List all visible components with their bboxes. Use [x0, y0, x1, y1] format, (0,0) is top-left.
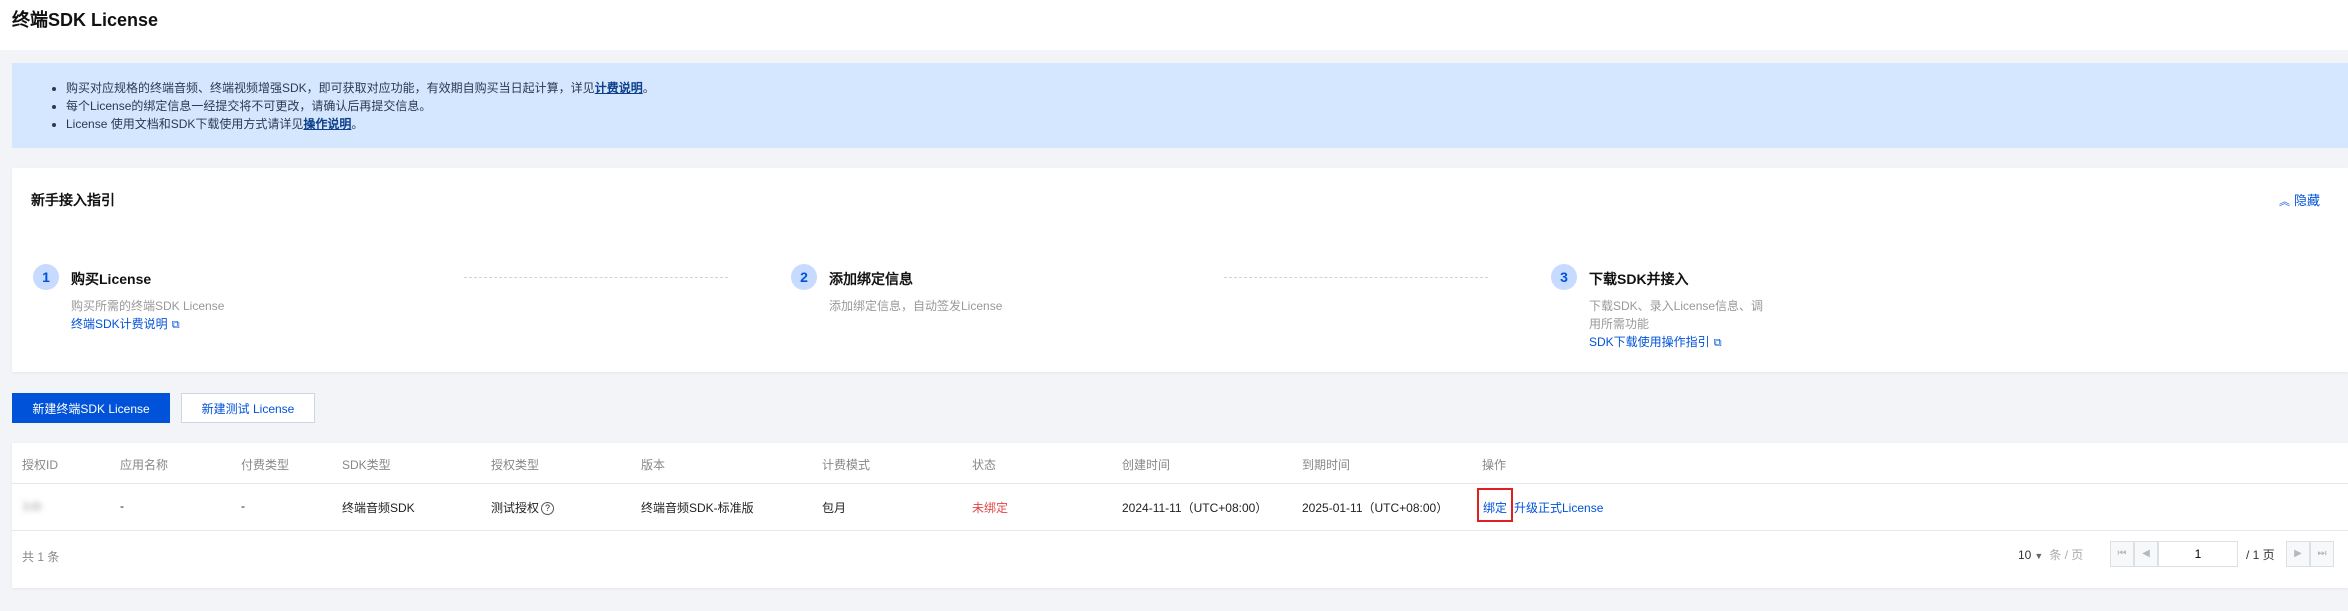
column-header: 到期时间: [1302, 458, 1351, 472]
step-description: 购买所需的终端SDK License: [71, 299, 225, 313]
first-page-icon[interactable]: ⏮: [2110, 541, 2134, 567]
hide-guide-button[interactable]: ︽ 隐藏: [2279, 190, 2320, 209]
top-bar: 终端SDK License: [0, 0, 2348, 50]
chevron-up-icon: ︽: [2278, 196, 2290, 208]
prev-page-icon[interactable]: ◀: [2134, 541, 2158, 567]
created-time: 2024-11-11（UTC+08:00）: [1122, 501, 1268, 515]
caret-down-icon: ▼: [2034, 551, 2044, 561]
column-header: 创建时间: [1122, 458, 1171, 472]
page-title: 终端SDK License: [12, 10, 159, 30]
column-header: 计费模式: [822, 458, 871, 472]
column-header: SDK类型: [342, 458, 391, 472]
step-number: 3: [1551, 264, 1577, 290]
step-title: 购买License: [71, 271, 152, 287]
license-id: 1cb: [22, 499, 42, 513]
last-page-icon[interactable]: ⏭: [2310, 541, 2334, 567]
step-number: 1: [33, 264, 59, 290]
column-header: 授权ID: [22, 458, 59, 472]
total-pages: / 1 页: [2246, 548, 2275, 562]
column-header: 应用名称: [120, 458, 169, 472]
guide-title: 新手接入指引: [31, 192, 115, 208]
notice-item: License 使用文档和SDK下载使用方式请详见操作说明。: [66, 115, 2348, 133]
column-header: 操作: [1482, 458, 1507, 472]
expire-time: 2025-01-11（UTC+08:00）: [1302, 501, 1449, 515]
total-count: 共 1 条: [22, 550, 60, 564]
column-header: 付费类型: [241, 458, 290, 472]
license-table: 授权ID 应用名称 付费类型 SDK类型 授权类型 版本 计费模式 状态 创建时…: [12, 443, 2348, 588]
upgrade-license-link[interactable]: 升级正式License: [1514, 499, 1603, 516]
bind-link[interactable]: 绑定: [1483, 499, 1507, 516]
next-page-icon[interactable]: ▶: [2286, 541, 2310, 567]
step-connector: [1224, 277, 1488, 278]
column-header: 授权类型: [491, 458, 540, 472]
column-header: 状态: [972, 458, 997, 472]
sdk-download-guide-link[interactable]: SDK下载使用操作指引 ⧉: [1589, 333, 1722, 350]
notice-item: 每个License的绑定信息一经提交将不可更改，请确认后再提交信息。: [66, 97, 2348, 115]
onboarding-guide: 新手接入指引 ︽ 隐藏 1 购买License 购买所需的终端SDK Licens…: [12, 168, 2348, 372]
external-link-icon: ⧉: [171, 319, 180, 331]
page-number-input[interactable]: [2158, 541, 2238, 567]
new-test-license-button[interactable]: 新建测试 License: [181, 393, 315, 423]
column-header: 版本: [641, 458, 666, 472]
step-description: 添加绑定信息，自动签发License: [829, 299, 1003, 313]
step-title: 添加绑定信息: [829, 271, 913, 287]
step-number: 2: [791, 264, 817, 290]
sdk-type: 终端音频SDK: [342, 501, 415, 515]
billing-doc-link[interactable]: 计费说明: [595, 81, 643, 95]
info-notice: 购买对应规格的终端音频、终端视频增强SDK，即可获取对应功能，有效期自购买当日起…: [12, 63, 2348, 148]
version: 终端音频SDK-标准版: [641, 501, 754, 515]
billing-mode: 包月: [822, 501, 847, 515]
help-icon[interactable]: ?: [541, 502, 555, 516]
step-description: 下载SDK、录入License信息、调 用所需功能: [1589, 299, 1764, 331]
external-link-icon: ⧉: [1713, 337, 1722, 349]
pay-type: -: [241, 499, 245, 513]
sdk-billing-link[interactable]: 终端SDK计费说明 ⧉: [71, 315, 180, 332]
table-row: 1cb - - 终端音频SDK 测试授权? 终端音频SDK-标准版 包月 未绑定…: [12, 484, 2348, 531]
step-title: 下载SDK并接入: [1589, 271, 1689, 287]
status-badge: 未绑定: [972, 501, 1009, 515]
page-size-select[interactable]: 10 ▼ 条 / 页: [2018, 546, 2083, 563]
auth-type: 测试授权?: [491, 499, 555, 516]
step-connector: [464, 277, 728, 278]
new-sdk-license-button[interactable]: 新建终端SDK License: [12, 393, 170, 423]
notice-item: 购买对应规格的终端音频、终端视频增强SDK，即可获取对应功能，有效期自购买当日起…: [66, 79, 2348, 97]
table-header: 授权ID 应用名称 付费类型 SDK类型 授权类型 版本 计费模式 状态 创建时…: [12, 443, 2348, 484]
app-name: -: [120, 499, 124, 513]
operation-doc-link[interactable]: 操作说明: [303, 117, 351, 131]
